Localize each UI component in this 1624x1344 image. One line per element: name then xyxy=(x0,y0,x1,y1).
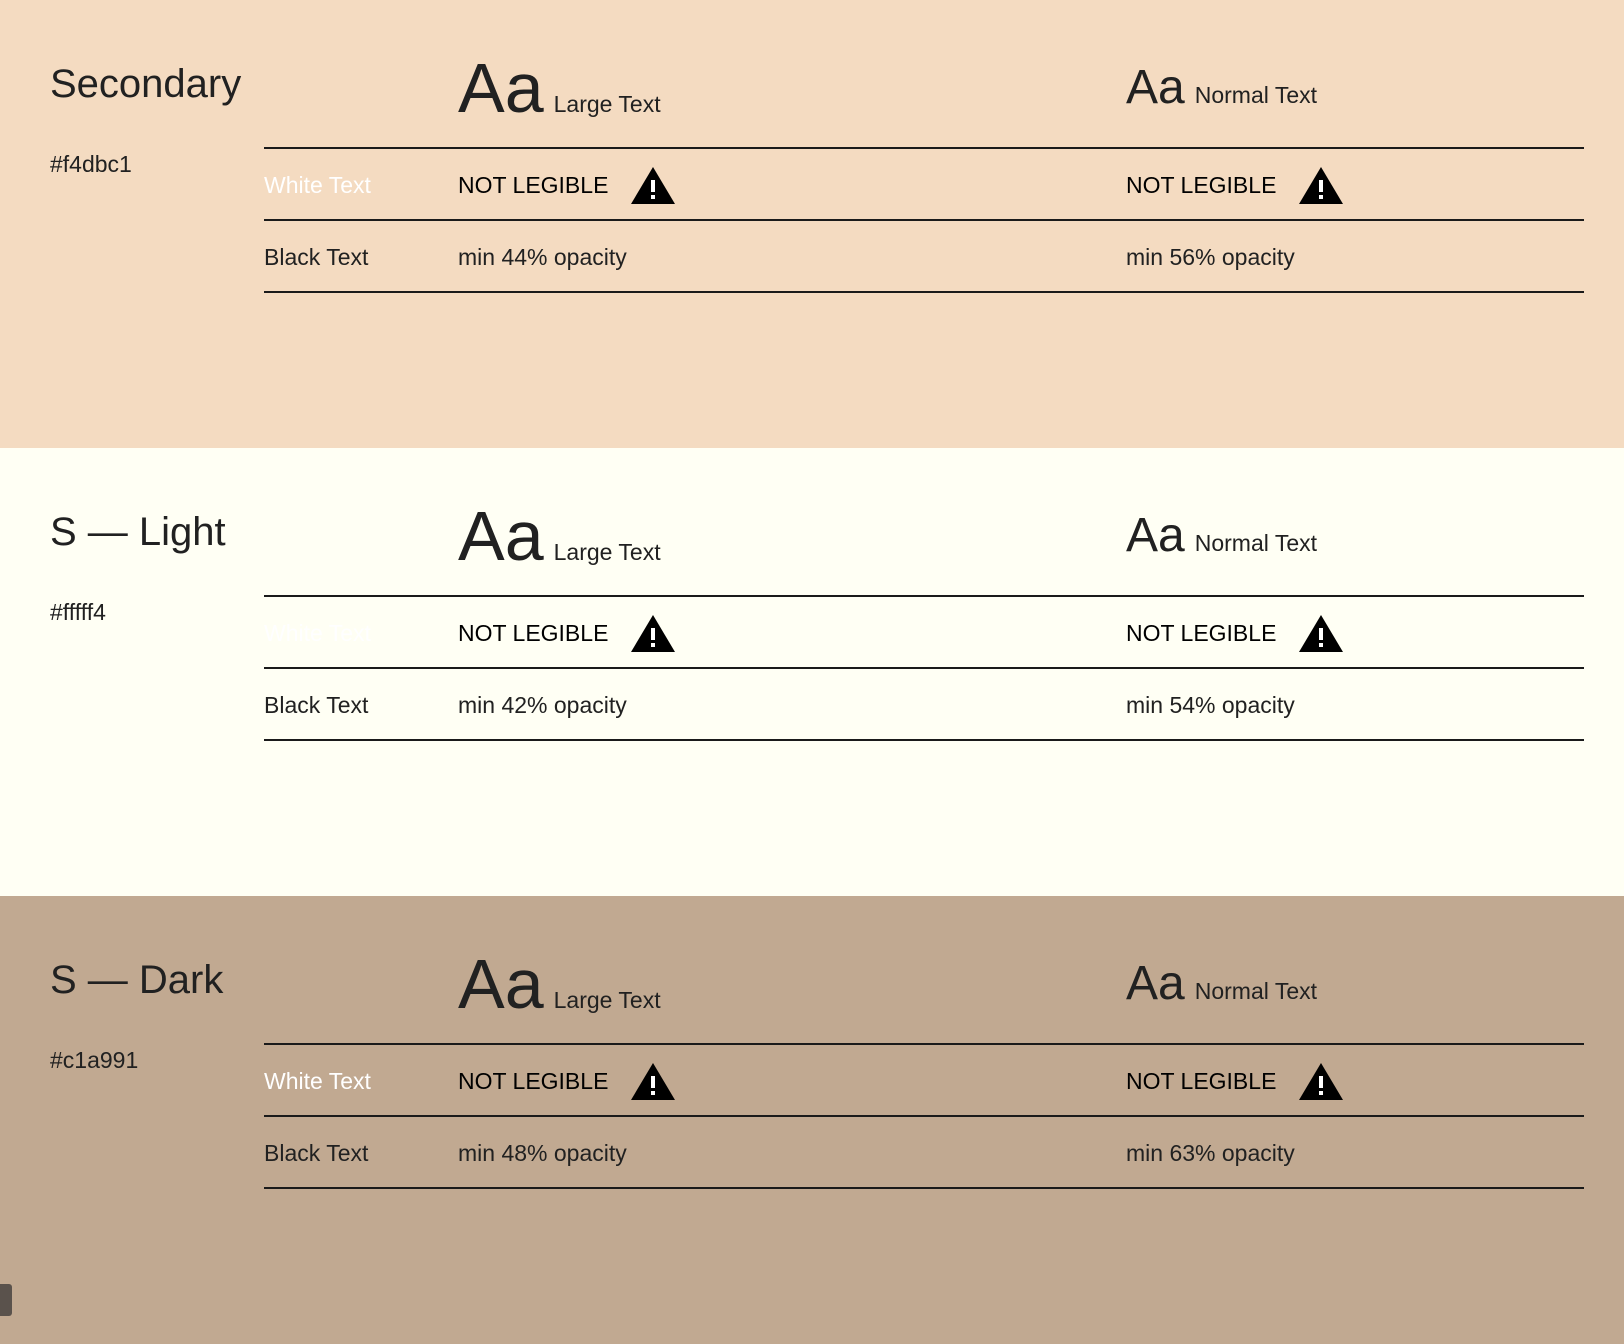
section-title: Secondary xyxy=(50,62,242,106)
normal-text-label: Normal Text xyxy=(1194,530,1317,556)
white-text-label: White Text xyxy=(264,172,371,198)
black-text-label: Black Text xyxy=(264,1140,369,1166)
normal-text-label: Normal Text xyxy=(1194,978,1317,1004)
divider xyxy=(264,1043,1584,1045)
divider xyxy=(264,219,1584,221)
black-text-label: Black Text xyxy=(264,244,369,270)
legibility-status: NOT LEGIBLE xyxy=(458,1068,609,1094)
divider xyxy=(264,1115,1584,1117)
normal-text-header: Aa Normal Text xyxy=(1126,58,1317,118)
color-contrast-page: Secondary #f4dbc1 Aa Large Text Aa Normal … xyxy=(0,0,1624,1344)
white-text-label: White Text xyxy=(264,1068,371,1094)
black-text-label: Black Text xyxy=(264,692,369,718)
warning-icon xyxy=(1299,1063,1344,1100)
white-text-label: White Text xyxy=(264,620,371,646)
section-secondary: Secondary #f4dbc1 Aa Large Text Aa Normal … xyxy=(0,0,1624,448)
large-text-header: Aa Large Text xyxy=(458,48,661,128)
normal-text-header: Aa Normal Text xyxy=(1126,506,1317,566)
white-large-result: NOT LEGIBLE xyxy=(458,614,676,652)
large-text-header: Aa Large Text xyxy=(458,496,661,576)
section-s-light: S — Light #fffff4 Aa Large Text Aa Normal … xyxy=(0,448,1624,896)
warning-icon xyxy=(1299,167,1344,204)
white-normal-result: NOT LEGIBLE xyxy=(1126,1062,1344,1100)
large-aa-sample: Aa xyxy=(458,49,544,127)
divider xyxy=(264,1187,1584,1189)
legibility-status: NOT LEGIBLE xyxy=(458,172,609,198)
section-s-dark: S — Dark #c1a991 Aa Large Text Aa Normal T… xyxy=(0,896,1624,1344)
divider xyxy=(264,147,1584,149)
scroll-handle[interactable] xyxy=(0,1284,12,1316)
divider xyxy=(264,291,1584,293)
legibility-status: NOT LEGIBLE xyxy=(1126,620,1277,646)
large-aa-sample: Aa xyxy=(458,497,544,575)
large-text-label: Large Text xyxy=(553,91,661,117)
normal-aa-sample: Aa xyxy=(1126,509,1185,562)
warning-icon xyxy=(1299,615,1344,652)
warning-icon xyxy=(631,615,676,652)
legibility-status: NOT LEGIBLE xyxy=(1126,1068,1277,1094)
hex-code: #fffff4 xyxy=(50,599,106,625)
large-text-label: Large Text xyxy=(553,539,661,565)
black-large-opacity: min 42% opacity xyxy=(458,692,627,718)
legibility-status: NOT LEGIBLE xyxy=(1126,172,1277,198)
large-text-header: Aa Large Text xyxy=(458,944,661,1024)
divider xyxy=(264,667,1584,669)
normal-text-label: Normal Text xyxy=(1194,82,1317,108)
large-aa-sample: Aa xyxy=(458,945,544,1023)
section-title: S — Dark xyxy=(50,958,224,1002)
white-large-result: NOT LEGIBLE xyxy=(458,1062,676,1100)
warning-icon xyxy=(631,1063,676,1100)
white-normal-result: NOT LEGIBLE xyxy=(1126,614,1344,652)
section-title: S — Light xyxy=(50,510,226,554)
hex-code: #c1a991 xyxy=(50,1047,139,1073)
black-large-opacity: min 44% opacity xyxy=(458,244,627,270)
legibility-status: NOT LEGIBLE xyxy=(458,620,609,646)
black-normal-opacity: min 63% opacity xyxy=(1126,1140,1295,1166)
large-text-label: Large Text xyxy=(553,987,661,1013)
normal-aa-sample: Aa xyxy=(1126,957,1185,1010)
black-large-opacity: min 48% opacity xyxy=(458,1140,627,1166)
white-large-result: NOT LEGIBLE xyxy=(458,166,676,204)
white-normal-result: NOT LEGIBLE xyxy=(1126,166,1344,204)
normal-text-header: Aa Normal Text xyxy=(1126,954,1317,1014)
divider xyxy=(264,739,1584,741)
normal-aa-sample: Aa xyxy=(1126,61,1185,114)
black-normal-opacity: min 56% opacity xyxy=(1126,244,1295,270)
black-normal-opacity: min 54% opacity xyxy=(1126,692,1295,718)
warning-icon xyxy=(631,167,676,204)
divider xyxy=(264,595,1584,597)
hex-code: #f4dbc1 xyxy=(50,151,132,177)
